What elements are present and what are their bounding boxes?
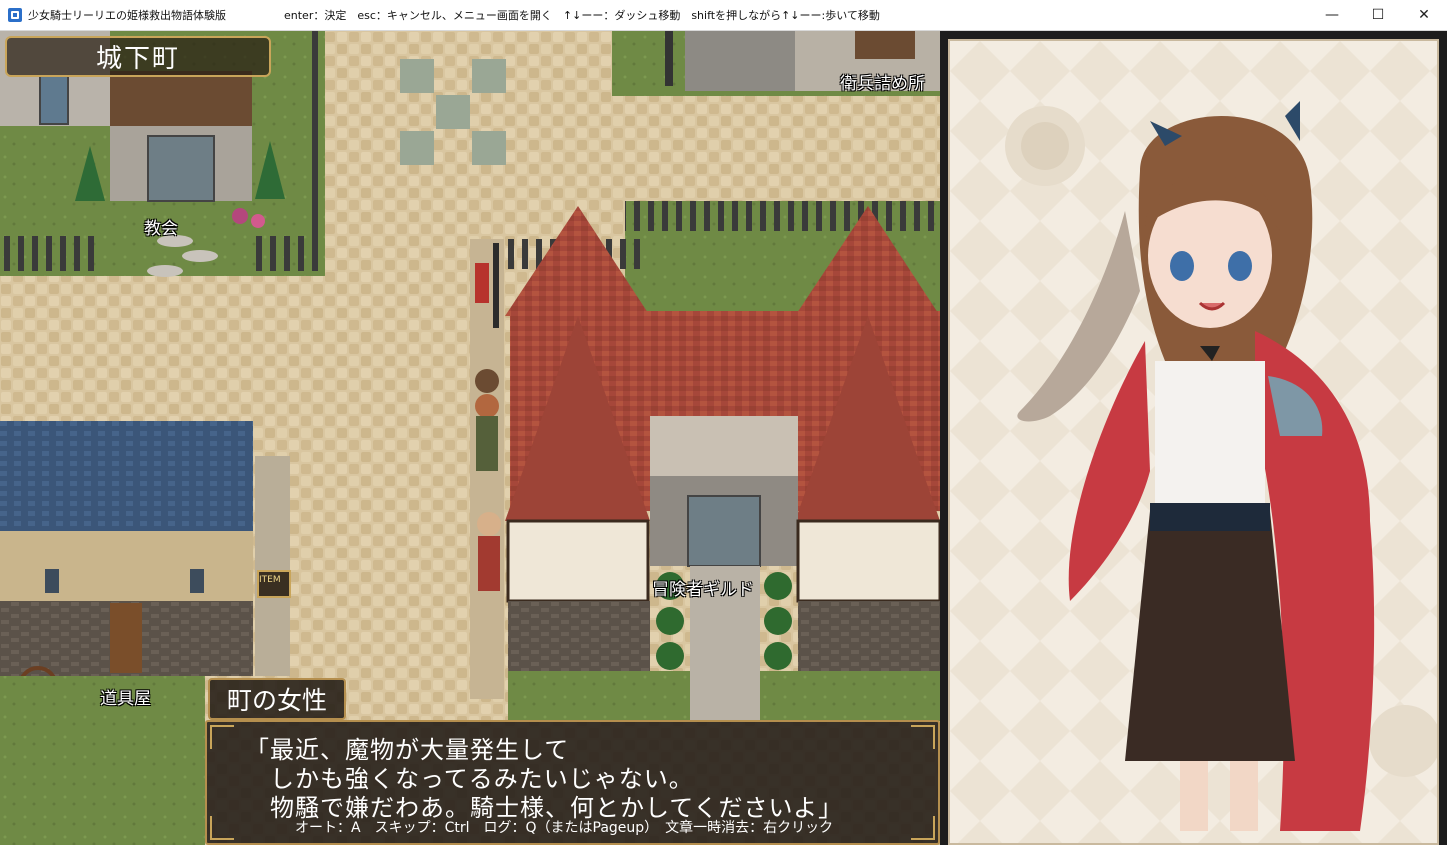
dialog-corner-ornament: [911, 725, 935, 749]
item-shop-sign: ITEM: [259, 575, 281, 585]
dialog-corner-ornament: [210, 725, 234, 749]
dialog-corner-ornament: [911, 816, 935, 840]
maximize-button[interactable]: ☐: [1355, 0, 1401, 30]
character-portrait: [950, 41, 1437, 843]
window-titlebar: 少女騎士リーリエの姫様救出物語体験版 enter：決定 esc：キャンセル、メニ…: [0, 0, 1447, 31]
portrait-panel: [940, 31, 1447, 845]
guard-post-label: 衛兵詰め所: [840, 74, 925, 94]
speaker-name-box: 町の女性: [208, 678, 346, 720]
dialog-corner-ornament: [210, 816, 234, 840]
app-icon: [8, 8, 22, 22]
controls-hint: enter：決定 esc：キャンセル、メニュー画面を開く ↑↓ーー：ダッシュ移動…: [284, 9, 880, 22]
dialog-controls-hint: オート：A スキップ：Ctrl ログ：Q（またはPageup） 文章一時消去：右…: [295, 820, 834, 836]
location-name-box: 城下町: [5, 36, 271, 77]
window-controls: — ☐ ✕: [1309, 0, 1447, 30]
close-button[interactable]: ✕: [1401, 0, 1447, 30]
adventurer-guild-label: 冒険者ギルド: [652, 580, 754, 600]
church-label: 教会: [144, 219, 178, 239]
item-shop-label: 道具屋: [100, 689, 151, 709]
minimize-button[interactable]: —: [1309, 0, 1355, 30]
window-title: 少女騎士リーリエの姫様救出物語体験版: [28, 9, 226, 22]
portrait-frame: [948, 39, 1439, 845]
dialog-box[interactable]: 「最近、魔物が大量発生して しかも強くなってるみたいじゃない。 物騒で嫌だわあ。…: [205, 720, 940, 845]
